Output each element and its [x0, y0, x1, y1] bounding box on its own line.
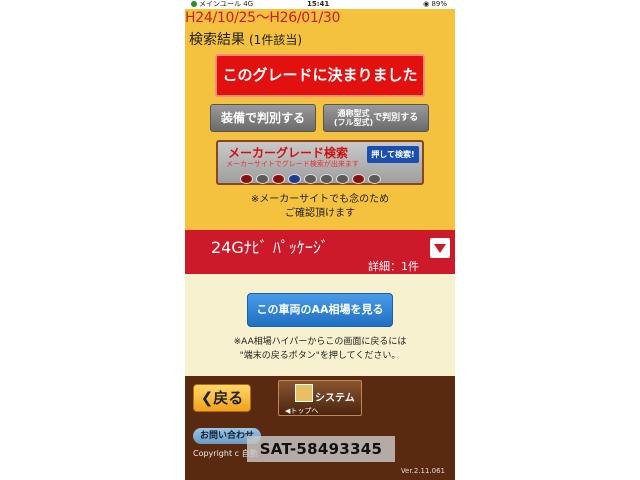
battery-indicator: ◉ 89%	[423, 0, 447, 8]
grade-row[interactable]: 24Gﾅﾋﾞ ﾊﾟｯｹｰｼﾞ 詳細：1件	[185, 230, 455, 274]
model-type-label: 通称型式 (フル型式)	[333, 108, 374, 127]
result-count: (1件該当)	[249, 33, 302, 47]
grade-name: 24Gﾅﾋﾞ ﾊﾟｯｹｰｼﾞ	[211, 238, 329, 257]
aa-market-button[interactable]: この車両のAA相場を見る	[247, 293, 393, 327]
maker-site-notice: ※メーカーサイトでも念のため ご確認頂けます	[250, 194, 390, 219]
date-range: H24/10/25〜H26/01/30	[185, 10, 341, 26]
back-arrow-icon: ❮	[200, 389, 214, 407]
top-page-button[interactable]: システム ◀トップへ	[278, 380, 362, 416]
maker-logos	[240, 169, 384, 184]
to-top-label: ◀トップへ	[285, 407, 319, 415]
suzuki-logo-icon	[336, 174, 349, 184]
system-label: システム	[315, 393, 355, 404]
result-title-text: 検索結果	[189, 32, 245, 48]
result-title: 検索結果 (1件該当)	[189, 29, 302, 49]
identify-by-equipment-button[interactable]: 装備で判別する	[210, 104, 316, 132]
footer: ❮戻る システム ◀トップへ お問い合わせ Copyright c 自動 Ver…	[185, 376, 455, 480]
nissan-logo-icon	[272, 174, 285, 184]
grade-detail-count: 詳細：1件	[368, 260, 419, 273]
subaru-logo-icon	[288, 174, 301, 184]
honda-logo-icon	[320, 174, 333, 184]
push-search-label: 押して検索!	[367, 146, 419, 163]
toyota-logo-icon	[240, 174, 253, 184]
stock-id-watermark: SAT-58493345	[247, 436, 395, 462]
identify-by-model-button[interactable]: 通称型式 (フル型式)で判別する	[323, 104, 429, 132]
mitsubishi-logo-icon	[352, 174, 365, 184]
expand-chevron-icon[interactable]	[430, 238, 450, 258]
back-button[interactable]: ❮戻る	[193, 384, 251, 412]
system-logo-icon	[295, 384, 313, 402]
daihatsu-logo-icon	[368, 174, 381, 184]
maker-search-subtitle: メーカーサイトでグレード検索が出来ます	[226, 160, 359, 168]
version-label: Ver.2.11.061	[400, 467, 445, 475]
lexus-logo-icon	[256, 174, 269, 184]
phone-screen: メインユール 4G 15:41 ◉ 89% H24/10/25〜H26/01/3…	[185, 0, 455, 480]
decide-grade-button[interactable]: このグレードに決まりました	[215, 54, 425, 97]
aa-return-notice: ※AA相場ハイパーからこの画面に戻るには "端末の戻るボタン"を押してください。	[233, 337, 407, 361]
aa-section: この車両のAA相場を見る ※AA相場ハイパーからこの画面に戻るには "端末の戻る…	[185, 274, 455, 376]
maker-grade-search-button[interactable]: メーカーグレード検索 メーカーサイトでグレード検索が出来ます 押して検索!	[216, 140, 424, 185]
mazda-logo-icon	[304, 174, 317, 184]
